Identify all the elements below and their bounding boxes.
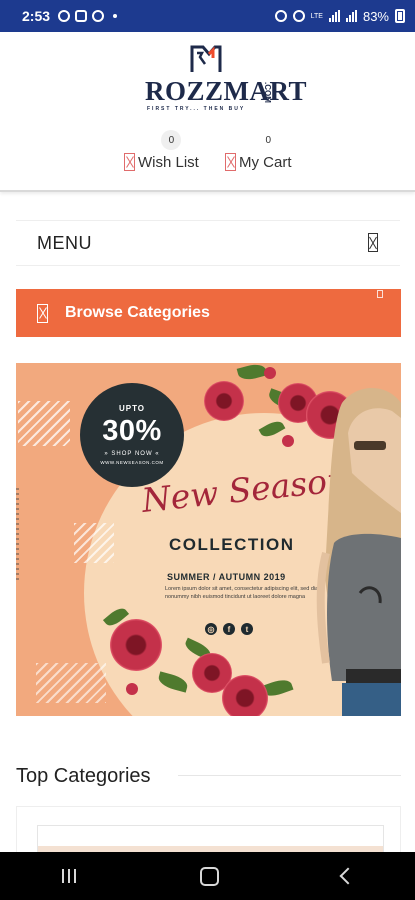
corner-icon — [377, 290, 383, 298]
alarm-icon — [274, 10, 287, 22]
incognito-icon — [92, 10, 105, 22]
leaf-decor — [236, 363, 268, 383]
rose-decor — [204, 381, 244, 421]
cart-link[interactable]: 0 My Cart — [225, 130, 292, 171]
battery-percent: 83% — [362, 8, 389, 24]
whatsapp-icon — [58, 10, 71, 22]
browse-categories-label: Browse Categories — [65, 304, 210, 321]
logo-suffix: .COM — [263, 82, 272, 103]
logo-tagline: FIRST TRY... THEN BUY — [147, 106, 246, 112]
decor-stripes — [74, 523, 114, 563]
wishlist-link[interactable]: 0 Wish List — [124, 130, 199, 171]
logo-text: ROZZMART — [145, 76, 308, 106]
back-icon[interactable] — [339, 867, 357, 885]
rozzmart-logo[interactable]: ROZZMART .COM FIRST TRY... THEN BUY — [145, 44, 307, 114]
menu-icon — [368, 233, 378, 252]
banner-body-text: Lorem ipsum dolor sit amet, consectetur … — [165, 586, 323, 600]
promo-percent: 30% — [102, 415, 162, 447]
rose-decor — [264, 367, 276, 379]
site-header: ROZZMART .COM FIRST TRY... THEN BUY 0 Wi… — [0, 32, 415, 192]
browse-categories-button[interactable]: Browse Categories — [16, 289, 401, 337]
top-categories-heading: Top Categories — [16, 765, 151, 787]
wishlist-count-badge: 0 — [161, 130, 182, 150]
status-time: 2:53 — [22, 8, 51, 24]
rose-decor — [126, 683, 138, 695]
status-bar: 2:53 LTE 83% — [0, 0, 415, 32]
instagram-icon: ◎ — [205, 623, 217, 635]
categories-icon — [37, 303, 48, 323]
battery-icon — [395, 9, 405, 23]
banner-subtitle: COLLECTION — [169, 535, 295, 554]
network-label: LTE — [310, 12, 323, 20]
home-icon[interactable] — [199, 866, 219, 886]
rose-decor — [110, 619, 162, 671]
cart-count-badge: 0 — [258, 130, 279, 150]
signal-icon — [328, 10, 340, 22]
rose-decor — [222, 675, 268, 716]
system-nav-bar — [0, 852, 415, 900]
decor-stripes — [36, 663, 106, 703]
heading-divider — [178, 775, 401, 776]
banner-season: SUMMER / AUTUMN 2019 — [167, 572, 286, 582]
promo-banner[interactable]: UPTO 30% » SHOP NOW « WWW.NEWSEASON.COM … — [16, 363, 401, 716]
decor-dotted-line — [16, 488, 19, 583]
cart-label: My Cart — [239, 153, 292, 171]
promo-shop-now: » SHOP NOW « — [104, 451, 160, 457]
signal-icon — [345, 10, 357, 22]
discount-badge: UPTO 30% » SHOP NOW « WWW.NEWSEASON.COM — [80, 383, 184, 487]
banner-social-icons: ◎ f t — [205, 623, 253, 635]
instagram-icon — [75, 10, 88, 22]
wishlist-label: Wish List — [138, 153, 199, 171]
notification-icons — [58, 10, 118, 22]
rose-decor — [282, 435, 294, 447]
dot-icon — [113, 14, 118, 18]
recent-apps-icon[interactable] — [61, 869, 77, 883]
promo-upto: UPTO — [118, 404, 146, 413]
wishlist-icon — [124, 153, 135, 171]
decor-stripes — [18, 401, 70, 446]
model-photo — [316, 388, 401, 716]
menu-toggle[interactable]: MENU — [16, 220, 400, 266]
hotspot-icon — [292, 10, 305, 22]
promo-url: WWW.NEWSEASON.COM — [100, 460, 164, 465]
logo-mark-icon — [190, 45, 222, 72]
system-icons: LTE 83% — [274, 8, 405, 24]
cart-icon — [225, 153, 236, 171]
twitter-icon: t — [241, 623, 253, 635]
facebook-icon: f — [223, 623, 235, 635]
menu-label: MENU — [37, 232, 92, 253]
